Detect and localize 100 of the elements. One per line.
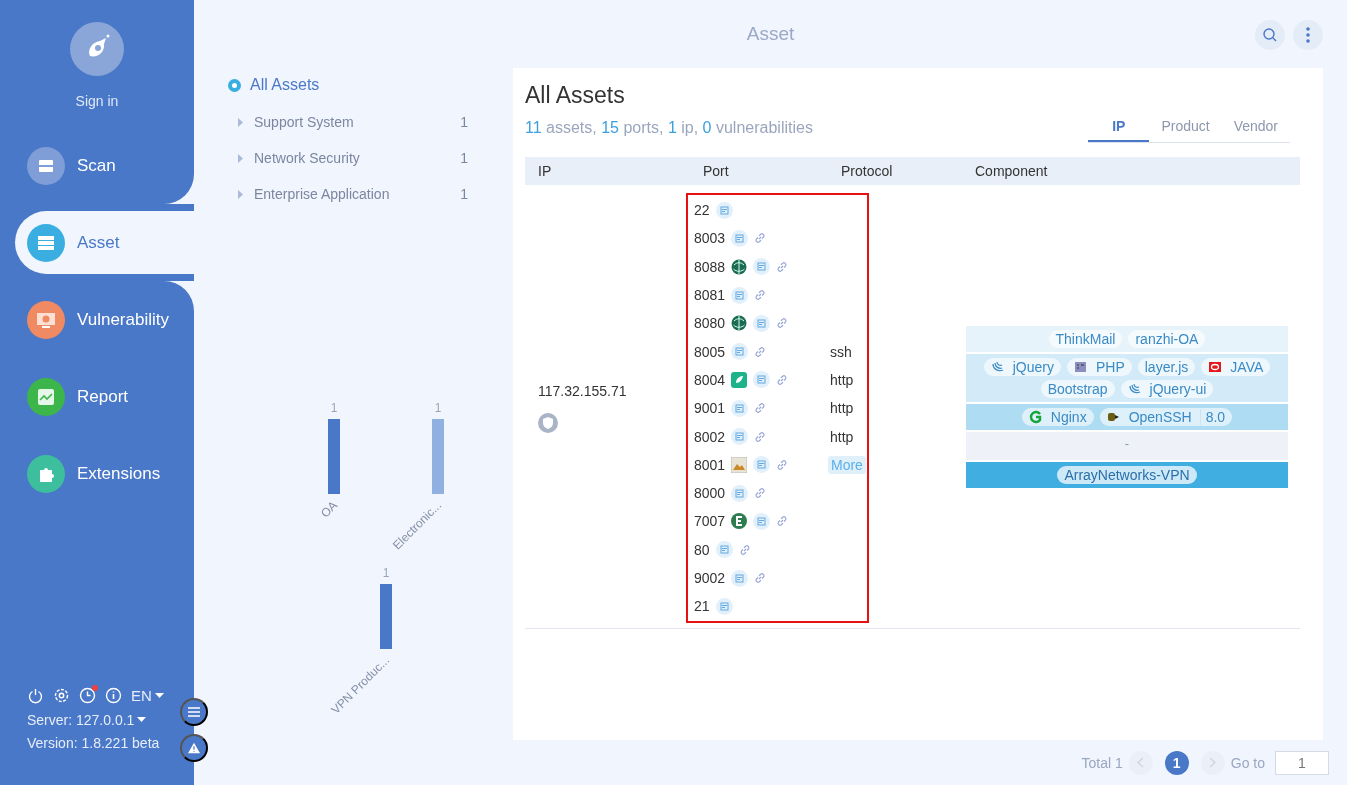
- version-text: Version: 1.8.221 beta: [27, 735, 161, 751]
- link-icon[interactable]: [754, 487, 767, 500]
- link-icon[interactable]: [776, 373, 789, 386]
- link-icon[interactable]: [776, 317, 789, 330]
- column-header: Protocol: [840, 163, 894, 179]
- search-icon: [1263, 28, 1277, 42]
- asset-summary: 11 assets, 15 ports, 1 ip, 0 vulnerabilities: [525, 119, 813, 137]
- more-button[interactable]: More: [828, 455, 866, 474]
- chevron-right-icon: [1209, 757, 1217, 768]
- sign-in-link[interactable]: Sign in: [75, 93, 119, 109]
- language-dropdown[interactable]: EN: [131, 687, 164, 704]
- page-input[interactable]: 1: [1275, 750, 1329, 775]
- power-icon[interactable]: [27, 687, 44, 704]
- link-icon[interactable]: [754, 430, 767, 443]
- document-icon[interactable]: [731, 428, 749, 445]
- link-icon[interactable]: [754, 289, 767, 302]
- image-icon: [731, 456, 748, 473]
- protocol-text: http: [829, 428, 855, 445]
- component-tag[interactable]: ArrayNetworks-VPN: [1057, 466, 1197, 485]
- link-icon[interactable]: [754, 402, 767, 415]
- document-icon[interactable]: [715, 201, 733, 219]
- document-icon[interactable]: [731, 484, 749, 502]
- tree-item[interactable]: All Assets: [228, 76, 513, 94]
- component-tag[interactable]: ranzhi-OA: [1128, 330, 1206, 349]
- component-tag[interactable]: JAVA: [1201, 358, 1271, 377]
- data-label: 1: [434, 401, 442, 415]
- caret-icon[interactable]: [237, 117, 244, 127]
- settings-icon[interactable]: [53, 687, 70, 704]
- java-icon: [1208, 360, 1223, 375]
- ip-address: 117.32.155.71: [538, 383, 627, 400]
- component-tag[interactable]: layer.js: [1137, 358, 1196, 377]
- document-icon[interactable]: [731, 399, 749, 417]
- link-icon[interactable]: [776, 515, 789, 528]
- search-button[interactable]: [1255, 20, 1285, 50]
- component-tag[interactable]: Nginx: [1021, 408, 1094, 427]
- component-tag[interactable]: PHP: [1066, 358, 1132, 377]
- port-number: 7007: [694, 513, 726, 530]
- protocol-text: ssh: [829, 343, 853, 360]
- tree-item[interactable]: Enterprise Application 1: [228, 176, 468, 212]
- info-icon[interactable]: [105, 687, 122, 704]
- warning-icon: [188, 742, 200, 754]
- document-icon[interactable]: [753, 456, 771, 474]
- menu-icon: [188, 707, 200, 717]
- document-icon[interactable]: [731, 229, 749, 247]
- component-tag[interactable]: OpenSSH 8.0: [1099, 408, 1233, 427]
- component-tag[interactable]: jQuery-ui: [1120, 380, 1214, 399]
- page-button[interactable]: 1: [1164, 750, 1189, 775]
- view-tab[interactable]: Vendor: [1221, 118, 1290, 142]
- document-icon[interactable]: [753, 371, 771, 389]
- link-icon[interactable]: [776, 458, 789, 471]
- link-icon[interactable]: [754, 572, 767, 584]
- port-number: 8001: [694, 456, 726, 473]
- link-icon[interactable]: [776, 260, 789, 273]
- tree-item[interactable]: Support System 1: [228, 104, 468, 140]
- clock-icon[interactable]: [79, 687, 96, 704]
- total-count: Total 1: [1081, 754, 1123, 771]
- document-icon[interactable]: [731, 569, 749, 587]
- component-tag[interactable]: jQuery: [983, 358, 1061, 377]
- tree-item[interactable]: Network Security 1: [228, 140, 468, 176]
- more-options-button[interactable]: [1293, 20, 1323, 50]
- port-number: 80: [694, 541, 710, 558]
- bar: [380, 584, 392, 649]
- caret-icon[interactable]: [237, 189, 244, 199]
- protocol-text: http: [829, 400, 855, 417]
- port-number: 21: [694, 598, 710, 615]
- panel-title: All Assets: [525, 82, 626, 109]
- caret-icon[interactable]: [237, 153, 244, 163]
- link-icon[interactable]: [738, 543, 751, 556]
- caret-icon: [137, 717, 147, 723]
- warning-button[interactable]: [180, 734, 208, 762]
- column-header: IP: [537, 163, 553, 179]
- document-icon[interactable]: [731, 286, 749, 304]
- port-number: 9001: [694, 400, 726, 417]
- component-tag[interactable]: Bootstrap: [1040, 380, 1115, 399]
- user-avatar-icon[interactable]: [70, 22, 124, 76]
- server-dropdown[interactable]: Server: 127.0.0.1: [27, 712, 194, 728]
- port-number: 8003: [694, 230, 726, 247]
- menu-button[interactable]: [180, 698, 208, 726]
- port-number: 8081: [694, 287, 726, 304]
- empty-text: -: [1124, 436, 1130, 454]
- document-icon[interactable]: [715, 541, 733, 559]
- port-number: 8000: [694, 485, 726, 502]
- page-title: Asset: [746, 23, 795, 45]
- go-to-label: Go to: [1230, 754, 1265, 771]
- port-number: 8004: [694, 371, 726, 388]
- caret-icon: [154, 692, 164, 699]
- document-icon[interactable]: [753, 512, 771, 530]
- document-icon[interactable]: [753, 314, 771, 332]
- document-icon[interactable]: [731, 343, 749, 361]
- link-icon[interactable]: [754, 232, 767, 245]
- document-icon[interactable]: [753, 258, 771, 276]
- component-tag[interactable]: ThinkMail: [1048, 330, 1123, 349]
- php-icon: [1073, 360, 1088, 375]
- document-icon[interactable]: [715, 597, 733, 615]
- link-icon[interactable]: [754, 345, 767, 358]
- nav-item[interactable]: Asset: [15, 211, 194, 274]
- version-text: 8.0: [1199, 409, 1226, 426]
- view-tab[interactable]: Product: [1149, 118, 1222, 142]
- view-tab[interactable]: IP: [1088, 118, 1150, 142]
- column-header: Port: [702, 163, 730, 179]
